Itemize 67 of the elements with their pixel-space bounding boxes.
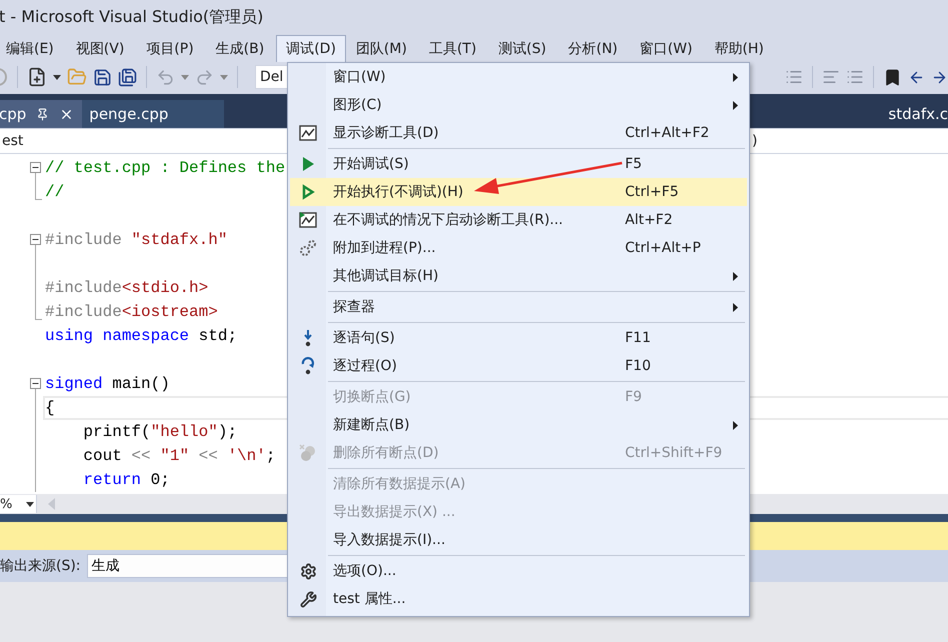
menu-item[interactable]: 逐过程(O) F10: [290, 352, 747, 380]
menu-bar-item[interactable]: 帮助(H): [708, 35, 770, 62]
menu-bar-item[interactable]: 测试(S): [492, 35, 552, 62]
output-source-label: 输出来源(S):: [0, 557, 81, 575]
menu-bar-item[interactable]: 工具(T): [422, 35, 482, 62]
chart-icon: [299, 125, 317, 141]
menu-bar-item[interactable]: 视图(V): [70, 35, 130, 62]
caret-icon: [220, 74, 228, 80]
menu-item[interactable]: 探查器: [290, 293, 747, 321]
menu-item[interactable]: 附加到进程(P)... Ctrl+Alt+P: [290, 234, 747, 262]
chart-play-icon: [299, 212, 317, 228]
step-into-icon: [302, 329, 314, 347]
folder-icon: [67, 67, 87, 87]
code-line: using namespace std;: [45, 327, 238, 345]
redo-icon: [195, 68, 214, 86]
menu-item[interactable]: 显示诊断工具(D) Ctrl+Alt+F2: [290, 119, 747, 147]
menu-bar-item[interactable]: 窗口(W): [634, 35, 698, 62]
collapse-icon[interactable]: [30, 162, 41, 173]
menu-item[interactable]: 图形(C): [290, 91, 747, 119]
menu-item[interactable]: 导入数据提示(I)...: [290, 526, 747, 554]
code-line: //: [45, 183, 64, 201]
scope-dropdown[interactable]: ): [750, 129, 948, 153]
caret-icon: [181, 74, 189, 80]
pin-icon: [36, 108, 50, 120]
code-line: #include<stdio.h>: [45, 279, 208, 297]
caret-icon: [26, 502, 34, 506]
menu-bar-item[interactable]: 团队(M): [350, 35, 413, 62]
code-line: #include<iostream>: [45, 303, 218, 321]
code-line: // test.cpp : Defines the: [45, 159, 286, 177]
wrench-icon: [300, 590, 316, 608]
menu-bar-item[interactable]: 分析(N): [562, 35, 624, 62]
menu-item[interactable]: 在不调试的情况下启动诊断工具(R)... Alt+F2: [290, 206, 747, 234]
collapse-icon[interactable]: [30, 234, 41, 245]
menu-bar-item[interactable]: 生成(B): [210, 35, 270, 62]
new-file-icon: [27, 67, 47, 87]
code-line: return 0;: [82, 471, 170, 489]
zoom-dropdown[interactable]: %: [0, 495, 37, 513]
menu-item[interactable]: 开始执行(不调试)(H) Ctrl+F5: [290, 178, 747, 206]
file-tab[interactable]: penge.cpp: [82, 100, 224, 128]
collapse-icon[interactable]: [30, 378, 41, 389]
code-line: #include "stdafx.h": [45, 231, 228, 249]
file-tab[interactable]: cpp: [0, 100, 82, 128]
menu-item[interactable]: 其他调试目标(H): [290, 262, 747, 290]
menu-bar-item[interactable]: 项目(P): [140, 35, 200, 62]
menu-bar-item[interactable]: 编辑(E): [0, 35, 60, 62]
gears-icon: [299, 239, 317, 257]
undo-icon: [156, 68, 175, 86]
menu-item[interactable]: 逐语句(S) F11: [290, 324, 747, 352]
bookmark-icon: [883, 68, 902, 86]
save-all-icon: [118, 68, 137, 86]
code-line: cout << "1" << '\n';: [82, 447, 276, 465]
code-line: printf("hello");: [82, 423, 238, 441]
list-icon: [785, 68, 803, 86]
menu-item[interactable]: 开始调试(S) F5: [290, 150, 747, 178]
code-line: signed main(): [45, 375, 170, 393]
settings-icon: [300, 562, 316, 580]
menu-item[interactable]: 窗口(W): [290, 63, 747, 91]
code-line: {: [45, 399, 55, 417]
save-icon: [93, 68, 112, 86]
menu-item[interactable]: 新建断点(B): [290, 411, 747, 439]
step-over-icon: [300, 357, 316, 375]
menu-bar-item[interactable]: 调试(D): [276, 35, 346, 62]
play-outline-icon: [301, 184, 315, 200]
play-icon: [301, 156, 315, 172]
file-tab[interactable]: stdafx.c: [888, 100, 948, 128]
caret-icon: [53, 74, 61, 80]
breakpoints-icon: [299, 444, 317, 462]
